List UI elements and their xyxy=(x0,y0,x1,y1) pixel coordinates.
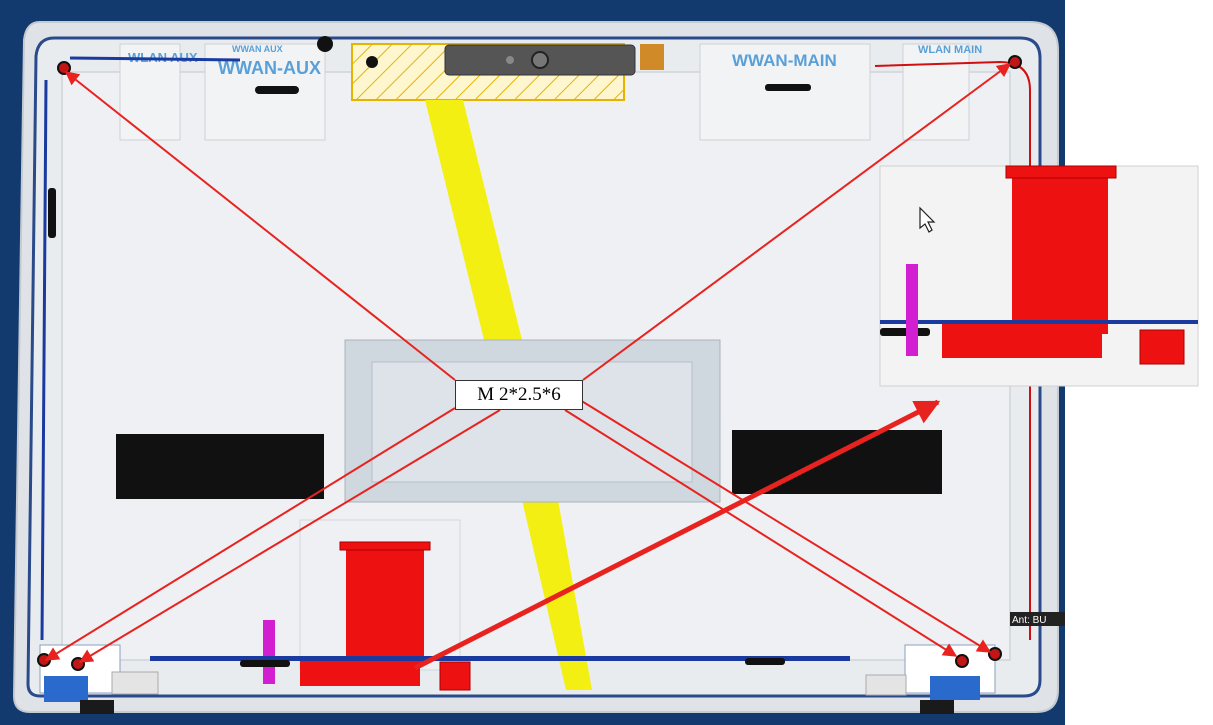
side-tag-text: Ant: BU xyxy=(1012,615,1046,626)
left-side-slot xyxy=(48,188,56,238)
right-black-pad xyxy=(732,430,942,494)
connector-zoom-inset xyxy=(879,165,1199,387)
screw-spec-callout: M 2*2.5*6 xyxy=(455,380,583,410)
top-left-antenna-cable xyxy=(69,56,241,62)
lcd-back-cover-diagram: WLAN AUX WWAN AUX WWAN-AUX WWAN-MAIN WLA… xyxy=(0,0,1213,725)
wlan-main-label: WLAN MAIN xyxy=(918,44,982,56)
camera-module xyxy=(317,36,664,101)
center-recess xyxy=(344,339,721,503)
wwan-main-label: WWAN-MAIN xyxy=(732,51,837,70)
wwan-aux-small-label: WWAN AUX xyxy=(232,44,283,54)
left-black-pad xyxy=(116,434,324,499)
